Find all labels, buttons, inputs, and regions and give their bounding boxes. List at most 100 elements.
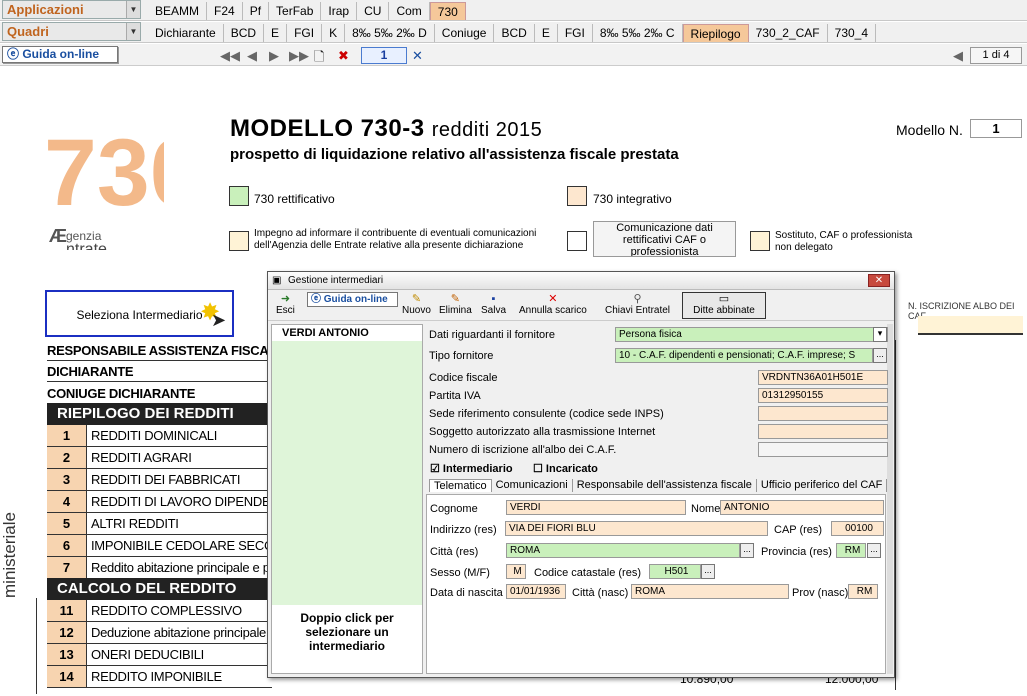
chevron-down-icon[interactable]: ▾	[873, 327, 887, 342]
nome-label: Nome	[691, 503, 721, 515]
close-icon[interactable]: ✕	[868, 274, 890, 287]
delete-page-icon[interactable]: ✖	[338, 48, 349, 64]
albo-input[interactable]	[758, 442, 888, 457]
tab-5[interactable]: 8‰ 5‰ 2‰ D	[345, 24, 435, 42]
tab-5[interactable]: CU	[357, 2, 390, 20]
tab-1[interactable]: F24	[207, 2, 243, 20]
tab-6[interactable]: Com	[389, 2, 430, 20]
table-row: 11 REDDITO COMPLESSIVO	[47, 600, 272, 622]
comunicazione-button[interactable]: Comunicazione dati rettificativi CAF o p…	[593, 221, 736, 257]
row-description: REDDITI DOMINICALI	[91, 428, 218, 443]
guida-online-button[interactable]: ⓔ Guida on-line	[2, 46, 118, 63]
subtab-2[interactable]: Responsabile dell'assistenza fiscale	[573, 479, 757, 492]
soggetto-input[interactable]	[758, 424, 888, 439]
tab-3[interactable]: FGI	[287, 24, 323, 42]
ellipsis-button[interactable]: ...	[867, 543, 881, 558]
nuovo-button[interactable]: ✎ Nuovo	[402, 293, 431, 316]
tab-0[interactable]: Dichiarante	[148, 24, 224, 42]
tab-4[interactable]: Irap	[321, 2, 358, 20]
iscrizione-albo-field[interactable]	[918, 316, 1023, 335]
chevron-down-icon[interactable]: ▼	[126, 1, 140, 18]
integrativo-checkbox[interactable]	[567, 186, 587, 206]
tab-2[interactable]: Pf	[243, 2, 270, 20]
intermediario-checkbox[interactable]: ☑ Intermediario	[430, 462, 513, 475]
sede-label: Sede riferimento consulente (codice sede…	[429, 408, 664, 420]
provincia-input[interactable]: RM	[836, 543, 866, 558]
guida-online-dialog-button[interactable]: ⓔ Guida on-line	[307, 292, 398, 307]
tab-9[interactable]: FGI	[558, 24, 593, 42]
row-number: 3	[47, 469, 87, 490]
elimina-button[interactable]: ✎ Elimina	[439, 293, 472, 316]
comunicazione-checkbox[interactable]	[567, 231, 587, 251]
dati-fornitore-select[interactable]: Persona fisica	[615, 327, 888, 342]
first-page-icon[interactable]: ◀◀	[220, 48, 240, 64]
tab-4[interactable]: K	[322, 24, 346, 42]
tab-6[interactable]: Coniuge	[435, 24, 495, 42]
codice-catastale-input[interactable]: H501	[649, 564, 701, 579]
subtab-3[interactable]: Ufficio periferico del CAF	[757, 479, 888, 492]
table-row: 12 Deduzione abitazione principale	[47, 622, 272, 644]
sesso-input[interactable]: M	[506, 564, 526, 579]
indirizzo-label: Indirizzo (res)	[430, 524, 497, 536]
intermediari-list[interactable]: VERDI ANTONIO Doppio click per seleziona…	[271, 324, 423, 674]
back-icon[interactable]: ◀	[953, 48, 963, 64]
seleziona-label: Seleziona Intermediario	[76, 308, 203, 322]
esci-button[interactable]: ➜ Esci	[276, 293, 295, 316]
ellipsis-button[interactable]: ...	[740, 543, 754, 558]
sostituto-checkbox[interactable]	[750, 231, 770, 251]
partita-iva-input[interactable]: 01312950155	[758, 388, 888, 403]
cap-input[interactable]: 00100	[831, 521, 884, 536]
applicazioni-dropdown[interactable]: Applicazioni ▼	[2, 0, 141, 19]
salva-button[interactable]: ▪ Salva	[481, 293, 506, 316]
next-page-icon[interactable]: ▶	[269, 48, 279, 64]
tab-13[interactable]: 730_4	[828, 24, 877, 42]
subtab-0[interactable]: Telematico	[429, 479, 492, 492]
impegno-checkbox[interactable]	[229, 231, 249, 251]
ditte-abbinate-button[interactable]: ▭ Ditte abbinate	[682, 292, 766, 319]
calcolo-header: CALCOLO DEL REDDITO IMPONIBILE	[47, 578, 272, 619]
nuovo-label: Nuovo	[402, 305, 431, 316]
citta-input[interactable]: ROMA	[506, 543, 740, 558]
title-suffix: redditi 2015	[431, 119, 543, 141]
chiavi-entratel-button[interactable]: ⚲ Chiavi Entratel	[605, 293, 670, 316]
tab-3[interactable]: TerFab	[269, 2, 322, 20]
sede-input[interactable]	[758, 406, 888, 421]
quadri-dropdown[interactable]: Quadri ▼	[2, 22, 141, 41]
data-nascita-input[interactable]: 01/01/1936	[506, 584, 566, 599]
nome-input[interactable]: ANTONIO	[720, 500, 884, 515]
page-number-input[interactable]: 1	[361, 47, 407, 64]
new-page-icon[interactable]: 🗋	[314, 48, 324, 70]
prev-page-icon[interactable]: ◀	[247, 48, 257, 64]
cognome-input[interactable]: VERDI	[506, 500, 686, 515]
tipo-fornitore-field[interactable]: 10 - C.A.F. dipendenti e pensionati; C.A…	[615, 348, 873, 363]
incaricato-checkbox[interactable]: ☐ Incaricato	[533, 462, 598, 475]
top-tabs: BEAMM F24 Pf TerFab Irap CU Com 730	[148, 2, 466, 20]
modello-number-input[interactable]: 1	[970, 119, 1022, 138]
list-item[interactable]: VERDI ANTONIO	[272, 325, 422, 341]
chevron-down-icon[interactable]: ▼	[126, 23, 140, 40]
ellipsis-button[interactable]: ...	[701, 564, 715, 579]
tab-7[interactable]: 730	[429, 2, 466, 20]
tab-10[interactable]: 8‰ 5‰ 2‰ C	[593, 24, 683, 42]
ellipsis-button[interactable]: ...	[873, 348, 887, 363]
tab-12[interactable]: 730_2_CAF	[749, 24, 828, 42]
tab-2[interactable]: E	[264, 24, 288, 42]
menu-bar-quadri: Quadri ▼ Dichiarante BCD E FGI K 8‰ 5‰ 2‰ D Con…	[0, 22, 1027, 43]
tab-11[interactable]: Riepilogo	[682, 24, 749, 42]
indirizzo-input[interactable]: VIA DEI FIORI BLU	[505, 521, 768, 536]
annulla-scarico-button[interactable]: ✕ Annulla scarico	[519, 293, 587, 316]
search-icon[interactable]: ✕	[412, 48, 423, 64]
rettificativo-checkbox[interactable]	[229, 186, 249, 206]
tab-1[interactable]: BCD	[224, 24, 265, 42]
codice-fiscale-input[interactable]: VRDNTN36A01H501E	[758, 370, 888, 385]
salva-label: Salva	[481, 305, 507, 316]
tab-7[interactable]: BCD	[494, 24, 535, 42]
citta-nascita-input[interactable]: ROMA	[631, 584, 789, 599]
help-icon: ⓔ	[311, 294, 324, 305]
last-page-icon[interactable]: ▶▶	[289, 48, 309, 64]
subtab-1[interactable]: Comunicazioni	[492, 479, 573, 492]
riepilogo-header: RIEPILOGO DEI REDDITI	[47, 403, 272, 425]
prov-nascita-input[interactable]: RM	[848, 584, 878, 599]
tab-8[interactable]: E	[535, 24, 558, 42]
tab-0[interactable]: BEAMM	[148, 2, 208, 20]
